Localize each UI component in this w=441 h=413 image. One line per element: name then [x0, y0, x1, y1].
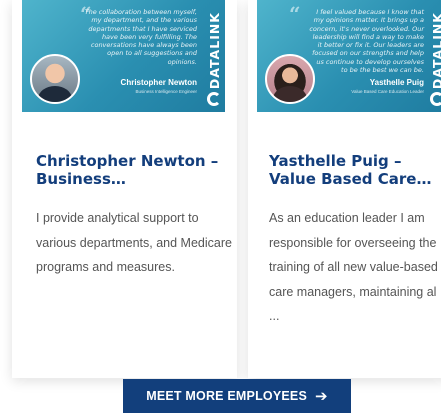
datalink-logo-icon [430, 92, 441, 106]
avatar [30, 54, 80, 104]
signature-name: Yasthelle Puig [369, 78, 424, 87]
avatar [265, 54, 315, 104]
meet-more-employees-button[interactable]: MEET MORE EMPLOYEES ➔ [123, 379, 351, 413]
testimonial-banner: “ I feel valued because I know that my o… [257, 0, 441, 112]
card-title[interactable]: Yasthelle Puig – Value Based Care… [269, 152, 441, 188]
card-description: I provide analytical support to various … [36, 211, 232, 274]
brand-wordmark: DATALINK [206, 11, 222, 89]
brand-wordmark: DATALINK [429, 11, 441, 89]
brand-logo: DATALINK [203, 0, 225, 112]
arrow-right-icon: ➔ [314, 387, 328, 405]
testimonial-quote: I feel valued because I know that my opi… [309, 8, 424, 75]
testimonial-quote: The collaboration between myself, my dep… [84, 8, 197, 66]
signature-name: Christopher Newton [120, 78, 197, 87]
signature-title: Value Based Care Education Leader [351, 89, 424, 94]
signature-title: Business Intelligence Engineer [135, 89, 197, 94]
cta-label: MEET MORE EMPLOYEES [146, 389, 307, 403]
datalink-logo-icon [207, 92, 221, 106]
card-title[interactable]: Christopher Newton – Business… [36, 152, 241, 188]
employee-card[interactable]: “ I feel valued because I know that my o… [248, 0, 441, 378]
employee-card[interactable]: “ The collaboration between myself, my d… [12, 0, 237, 378]
brand-logo: DATALINK [426, 0, 441, 112]
testimonial-banner: “ The collaboration between myself, my d… [22, 0, 225, 112]
quote-icon: “ [289, 2, 301, 26]
card-description: As an education leader I am responsible … [269, 211, 438, 323]
